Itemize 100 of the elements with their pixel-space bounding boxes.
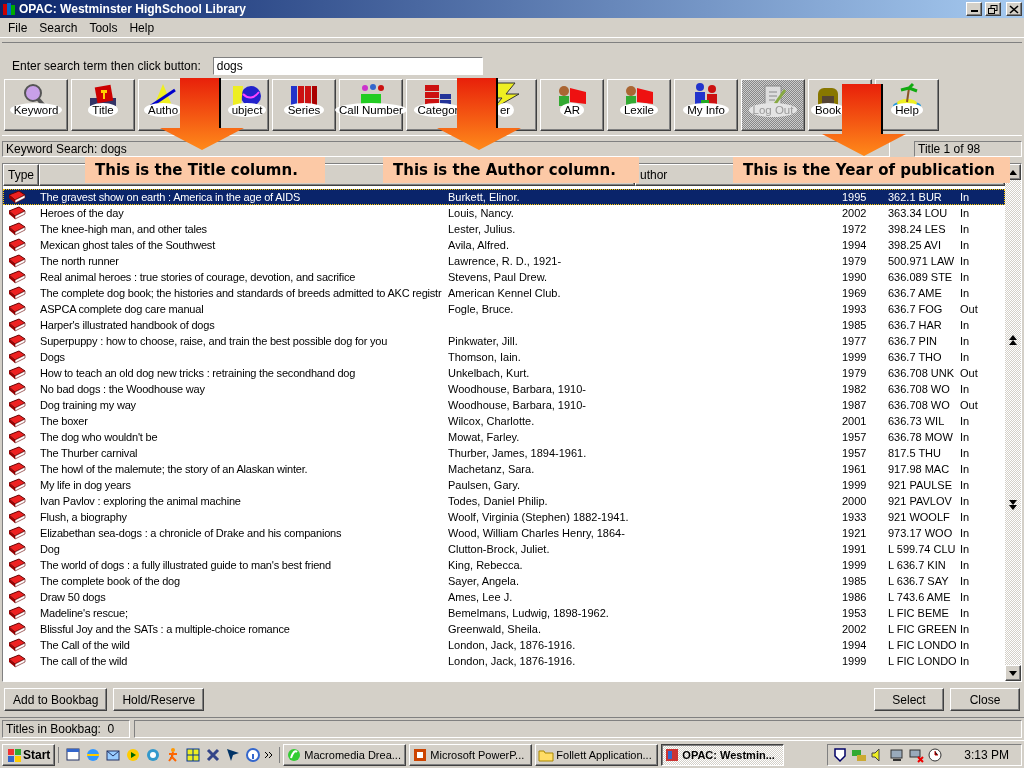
call-number-cell-text: 636.089 STE xyxy=(888,270,954,285)
status-cell-text: In xyxy=(960,558,971,573)
call-number-cell-text: L 599.74 CLU xyxy=(888,542,957,557)
call-number-cell-text: 636.708 WO xyxy=(888,398,951,413)
year-cell-text: 1987 xyxy=(842,398,868,413)
year-cell-text: 1991 xyxy=(842,542,868,557)
year-cell-text: 1985 xyxy=(842,318,868,333)
title-cell-text: Harper's illustrated handbook of dogs xyxy=(40,318,216,333)
title-cell-text: Blissful Joy and the SATs : a multiple-choice romance xyxy=(40,622,291,637)
call-number-cell-text: L FIC LONDO xyxy=(888,638,958,653)
year-cell-text: 2000 xyxy=(842,494,868,509)
title-cell-text: Elizabethan sea-dogs : a chronicle of Drake and his companions xyxy=(40,526,343,541)
window-title: OPAC: Westminster HighSchool Library xyxy=(19,2,247,16)
author-cell-text: Woolf, Virginia (Stephen) 1882-1941. xyxy=(448,510,630,525)
title-cell-text: Draw 50 dogs xyxy=(40,590,107,605)
title-cell-text: The north runner xyxy=(40,254,120,269)
title-cell-text: How to teach an old dog new tricks : retraining the secondhand dog xyxy=(40,366,357,381)
author-cell-text: Lawrence, R. D., 1921- xyxy=(448,254,563,269)
call-number-cell-text: 636.7 FOG xyxy=(888,302,944,317)
year-cell-text: 1993 xyxy=(842,302,868,317)
year-cell-text: 2002 xyxy=(842,206,868,221)
title-cell-text: The dog who wouldn't be xyxy=(40,430,159,445)
call-number-cell-text: 921 PAULSE xyxy=(888,478,953,493)
call-number-cell-text: L 636.7 KIN xyxy=(888,558,947,573)
status-cell-text: In xyxy=(960,414,971,429)
author-cell-text: Greenwald, Sheila. xyxy=(448,622,542,637)
search-label: Enter search term then click button: xyxy=(12,59,201,73)
status-cell-text: In xyxy=(960,254,971,269)
callout-tooltip: This is the Author column. xyxy=(383,157,639,183)
title-cell-text: No bad dogs : the Woodhouse way xyxy=(40,382,206,397)
call-number-cell-text: 917.98 MAC xyxy=(888,462,951,477)
clock: 3:13 PM xyxy=(964,747,1010,762)
year-cell-text: 1979 xyxy=(842,254,868,269)
title-cell-text: The complete book of the dog xyxy=(40,574,181,589)
call-number-cell-text: 500.971 LAW xyxy=(888,254,956,269)
title-cell-text: The howl of the malemute; the story of an Alaskan winter. xyxy=(40,462,309,477)
status-cell-text: In xyxy=(960,478,971,493)
call-number-cell-text: 636.78 MOW xyxy=(888,430,954,445)
author-cell-text: Louis, Nancy. xyxy=(448,206,515,221)
year-cell-text: 1995 xyxy=(842,190,868,205)
call-number-cell-text: L FIC LONDO xyxy=(888,654,958,669)
year-cell-text: 1999 xyxy=(842,350,868,365)
status-cell-text: Out xyxy=(960,302,979,317)
author-cell-text: Pinkwater, Jill. xyxy=(448,334,519,349)
title-cell-text: Ivan Pavlov : exploring the animal machine xyxy=(40,494,242,509)
year-cell-text: 2002 xyxy=(842,622,868,637)
author-cell-text: Thomson, Iain. xyxy=(448,350,522,365)
title-cell-text: Real animal heroes : true stories of courage, devotion, and sacrifice xyxy=(40,270,357,285)
title-cell-text: ASPCA complete dog care manual xyxy=(40,302,205,317)
call-number-cell-text: 636.73 WIL xyxy=(888,414,946,429)
author-cell-text: Avila, Alfred. xyxy=(448,238,510,253)
author-cell-text: Burkett, Elinor. xyxy=(448,190,521,205)
author-cell-text: Lester, Julius. xyxy=(448,222,517,237)
search-summary: Keyword Search: dogs xyxy=(2,141,890,157)
author-cell-text: Wilcox, Charlotte. xyxy=(448,414,536,429)
year-cell-text: 1990 xyxy=(842,270,868,285)
status-cell-text: In xyxy=(960,654,971,669)
status-cell-text: In xyxy=(960,238,971,253)
year-cell-text: 1994 xyxy=(842,238,868,253)
year-cell-text: 1953 xyxy=(842,606,868,621)
title-cell-text: Mexican ghost tales of the Southwest xyxy=(40,238,217,253)
year-cell-text: 1972 xyxy=(842,222,868,237)
title-cell-text: Dogs xyxy=(40,350,66,365)
year-cell-text: 1999 xyxy=(842,478,868,493)
year-cell-text: 1986 xyxy=(842,590,868,605)
status-cell-text: In xyxy=(960,222,971,237)
author-cell-text: London, Jack, 1876-1916. xyxy=(448,654,577,669)
author-cell-text: Mowat, Farley. xyxy=(448,430,521,445)
call-number-cell-text: 817.5 THU xyxy=(888,446,942,461)
status-cell-text: In xyxy=(960,270,971,285)
status-cell-text: In xyxy=(960,382,971,397)
year-cell-text: 1921 xyxy=(842,526,868,541)
call-number-cell-text: 636.708 UNK xyxy=(888,366,956,381)
title-cell-text: Madeline's rescue; xyxy=(40,606,129,621)
title-cell-text: The world of dogs : a fully illustrated guide to man's best friend xyxy=(40,558,332,573)
call-number-cell-text: 973.17 WOO xyxy=(888,526,954,541)
status-cell-text: In xyxy=(960,526,971,541)
status-cell-text: In xyxy=(960,334,971,349)
author-cell-text: King, Rebecca. xyxy=(448,558,524,573)
year-cell-text: 1977 xyxy=(842,334,868,349)
status-cell-text: In xyxy=(960,190,971,205)
status-cell-text: Out xyxy=(960,366,979,381)
author-cell-text: Woodhouse, Barbara, 1910- xyxy=(448,398,587,413)
title-cell-text: Superpuppy : how to choose, raise, and train the best possible dog for you xyxy=(40,334,389,349)
call-number-cell-text: 398.25 AVI xyxy=(888,238,942,253)
call-number-cell-text: 636.708 WO xyxy=(888,382,951,397)
status-cell-text: In xyxy=(960,494,971,509)
year-cell-text: 1961 xyxy=(842,462,868,477)
status-cell-text: Out xyxy=(960,398,979,413)
title-cell-text: The gravest show on earth : America in the age of AIDS xyxy=(40,190,302,205)
author-cell-text: Wood, William Charles Henry, 1864- xyxy=(448,526,626,541)
call-number-cell-text: L 743.6 AME xyxy=(888,590,952,605)
author-cell-text: Woodhouse, Barbara, 1910- xyxy=(448,382,587,397)
bookbag-count: Titles in Bookbag: 0 xyxy=(2,720,130,738)
author-cell-text: Unkelbach, Kurt. xyxy=(448,366,531,381)
author-cell-text: Ames, Lee J. xyxy=(448,590,514,605)
author-cell-text: Fogle, Bruce. xyxy=(448,302,515,317)
call-number-cell-text: 636.7 PIN xyxy=(888,334,938,349)
author-cell-text: Todes, Daniel Philip. xyxy=(448,494,549,509)
year-cell-text: 1982 xyxy=(842,382,868,397)
